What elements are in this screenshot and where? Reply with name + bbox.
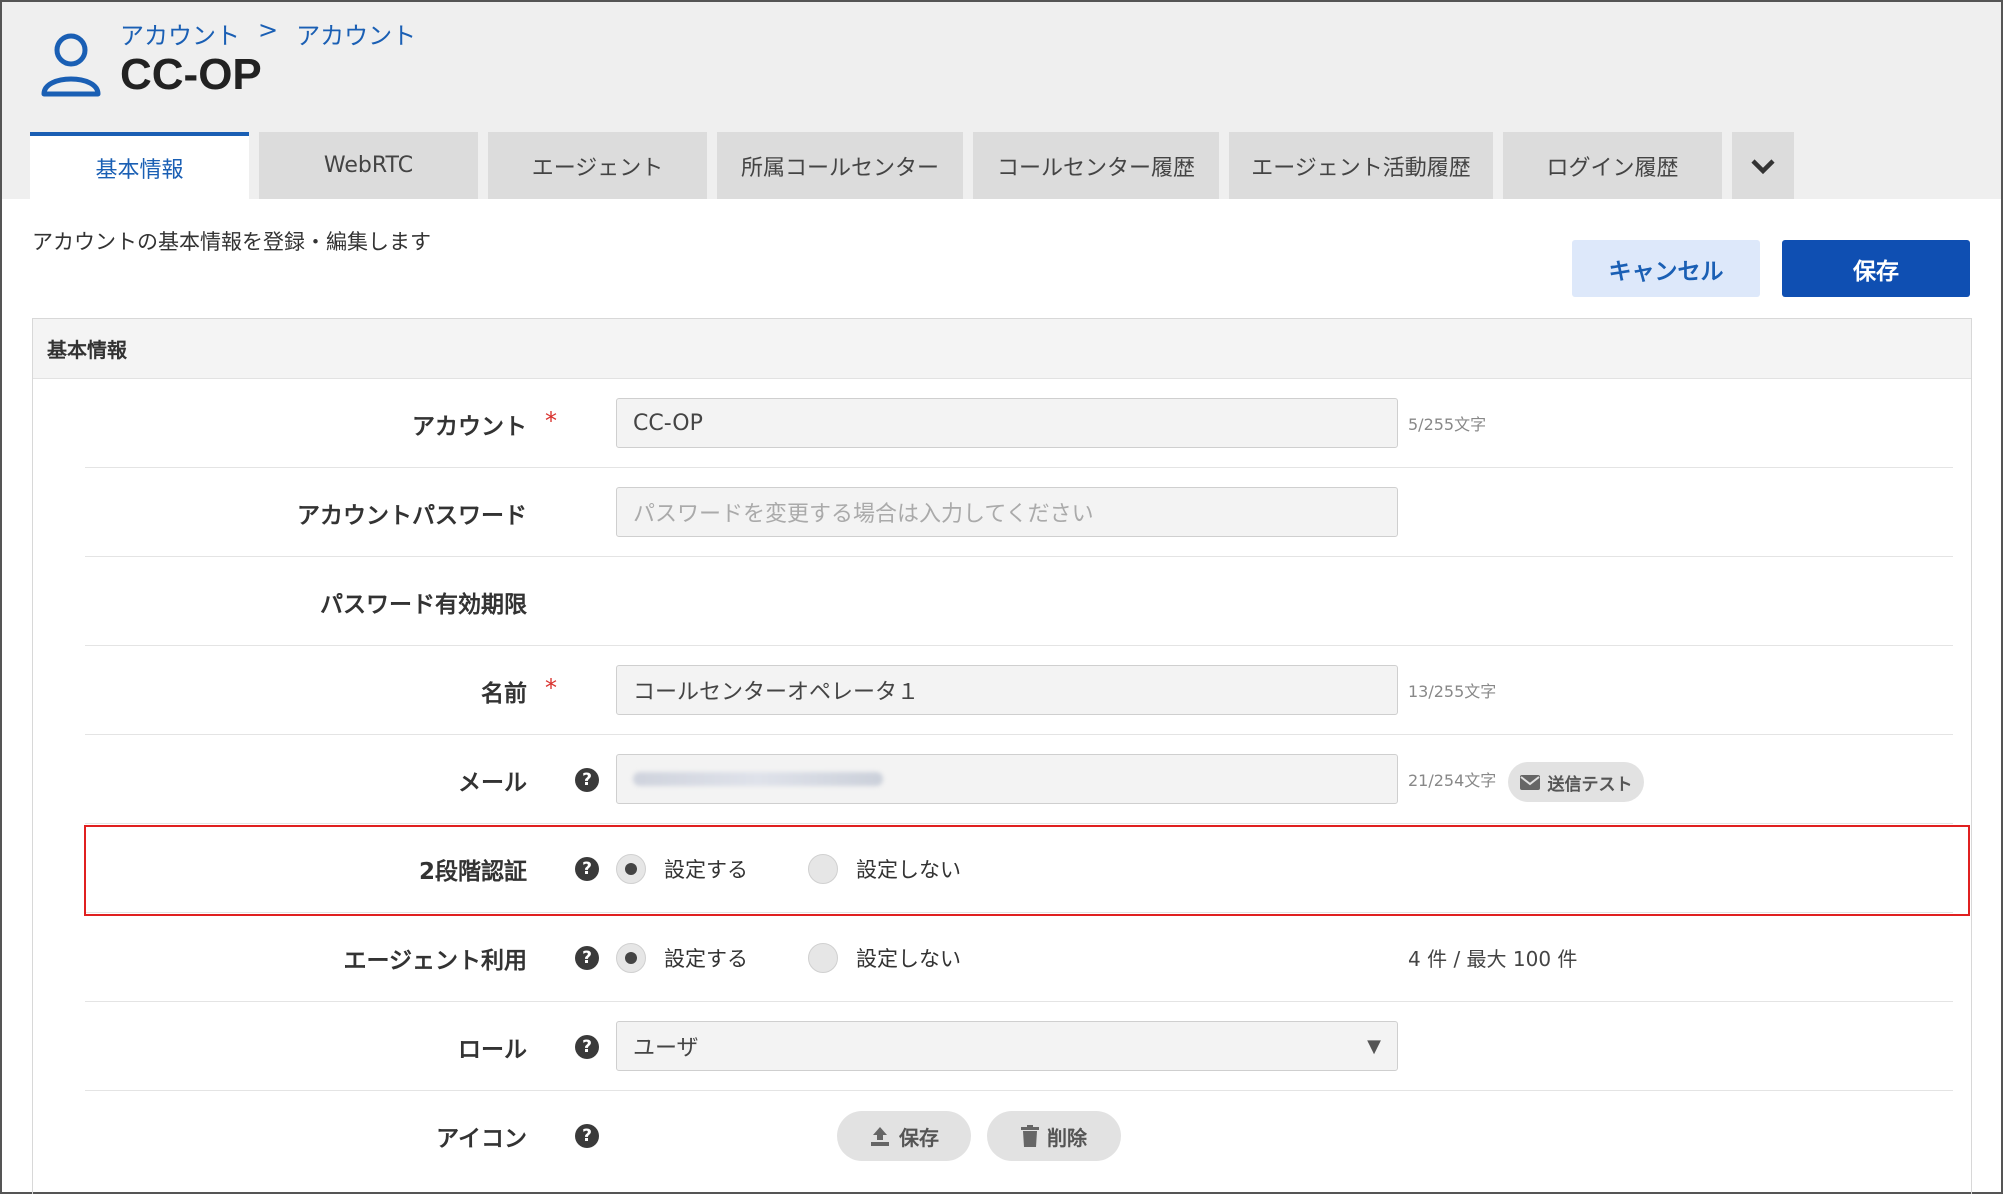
required-mark: * xyxy=(545,674,557,702)
breadcrumb-separator: > xyxy=(258,16,279,44)
role-select[interactable]: ユーザ ▼ xyxy=(616,1021,1398,1071)
radio-label: 設定する xyxy=(664,946,748,971)
agent-use-label: エージェント利用 xyxy=(343,947,527,974)
password-input[interactable]: パスワードを変更する場合は入力してください xyxy=(616,487,1398,537)
icon-upload-label: 保存 xyxy=(899,1125,939,1150)
tab-agent-activity-history[interactable]: エージェント活動履歴 xyxy=(1229,132,1493,199)
help-icon[interactable]: ? xyxy=(575,768,599,792)
account-label: アカウント xyxy=(412,413,527,440)
agent-use-on-radio[interactable]: 設定する xyxy=(616,942,748,973)
icon-delete-button[interactable]: 削除 xyxy=(987,1111,1121,1161)
trash-icon xyxy=(1021,1125,1039,1147)
breadcrumb: アカウント > アカウント xyxy=(120,16,416,51)
icon-label: アイコン xyxy=(436,1125,527,1152)
agent-usage-count: 4 件 / 最大 100 件 xyxy=(1408,947,1578,971)
role-row: ロール ? ユーザ ▼ xyxy=(85,1002,1953,1091)
save-button[interactable]: 保存 xyxy=(1782,240,1970,297)
role-label: ロール xyxy=(458,1036,527,1063)
role-selected-value: ユーザ xyxy=(633,1036,699,1061)
tab-more-button[interactable] xyxy=(1732,132,1794,199)
page-title: CC-OP xyxy=(120,50,262,99)
agent-use-row: エージェント利用 ? 設定する 設定しない 4 件 / 最大 100 件 xyxy=(85,913,1953,1002)
radio-label: 設定しない xyxy=(856,946,961,971)
icon-delete-label: 削除 xyxy=(1047,1125,1087,1150)
radio-selected[interactable] xyxy=(616,942,646,973)
send-test-label: 送信テスト xyxy=(1547,774,1633,795)
user-icon xyxy=(41,33,101,97)
tab-webrtc[interactable]: WebRTC xyxy=(259,132,478,199)
mail-row: メール ? 21/254文字 送信テスト xyxy=(85,735,1953,824)
required-mark: * xyxy=(545,407,557,435)
tab-bar: 基本情報 WebRTC エージェント 所属コールセンター コールセンター履歴 エ… xyxy=(30,132,1794,199)
radio-unselected[interactable] xyxy=(808,942,838,973)
tab-agent[interactable]: エージェント xyxy=(488,132,707,199)
help-icon[interactable]: ? xyxy=(575,1124,599,1148)
name-input[interactable]: コールセンターオペレータ１ xyxy=(616,665,1398,715)
account-row: アカウント * CC-OP 5/255文字 xyxy=(85,379,1953,468)
icon-row: アイコン ? 保存 削除 xyxy=(85,1091,1953,1180)
send-test-button[interactable]: 送信テスト xyxy=(1508,762,1644,802)
basic-info-panel: 基本情報 アカウント * CC-OP 5/255文字 アカウントパスワード パス… xyxy=(32,318,1972,1194)
help-icon[interactable]: ? xyxy=(575,946,599,970)
help-icon[interactable]: ? xyxy=(575,1035,599,1059)
account-input[interactable]: CC-OP xyxy=(616,398,1398,448)
agent-use-off-radio[interactable]: 設定しない xyxy=(808,942,961,973)
breadcrumb-item[interactable]: アカウント xyxy=(296,16,416,51)
cancel-button[interactable]: キャンセル xyxy=(1572,240,1760,297)
panel-title: 基本情報 xyxy=(33,319,1971,379)
char-count: 13/255文字 xyxy=(1408,682,1497,701)
tab-basic-info[interactable]: 基本情報 xyxy=(30,132,249,199)
breadcrumb-item[interactable]: アカウント xyxy=(120,16,240,51)
password-expiry-label: パスワード有効期限 xyxy=(320,591,527,618)
char-count: 5/255文字 xyxy=(1408,415,1487,434)
password-row: アカウントパスワード パスワードを変更する場合は入力してください xyxy=(85,468,1953,557)
name-row: 名前 * コールセンターオペレータ１ 13/255文字 xyxy=(85,646,1953,735)
chevron-down-icon xyxy=(1751,158,1775,174)
agent-use-radio-group: 設定する 設定しない xyxy=(616,913,1021,1002)
tab-login-history[interactable]: ログイン履歴 xyxy=(1503,132,1722,199)
tab-call-center-history[interactable]: コールセンター履歴 xyxy=(973,132,1219,199)
password-label: アカウントパスワード xyxy=(297,502,527,529)
upload-icon xyxy=(871,1127,889,1146)
page-description: アカウントの基本情報を登録・編集します xyxy=(32,230,431,254)
tab-call-centers[interactable]: 所属コールセンター xyxy=(717,132,963,199)
dropdown-arrow-icon: ▼ xyxy=(1367,1036,1381,1057)
mail-input[interactable] xyxy=(616,754,1398,804)
char-count: 21/254文字 xyxy=(1408,771,1497,790)
name-label: 名前 xyxy=(481,680,527,707)
highlight-box xyxy=(84,825,1970,916)
blurred-email xyxy=(633,772,883,786)
mail-icon xyxy=(1519,774,1540,790)
password-expiry-row: パスワード有効期限 xyxy=(85,557,1953,646)
icon-upload-button[interactable]: 保存 xyxy=(837,1111,971,1161)
mail-label: メール xyxy=(458,769,527,796)
